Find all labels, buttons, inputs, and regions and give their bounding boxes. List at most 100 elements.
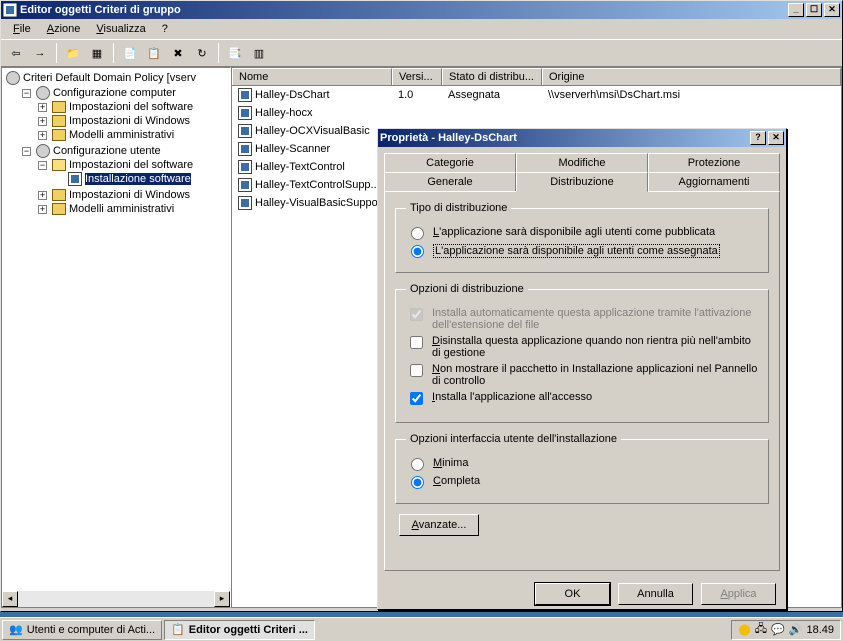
- col-origin[interactable]: Origine: [542, 68, 841, 85]
- radio-published[interactable]: [411, 227, 424, 240]
- forward-button[interactable]: →: [29, 42, 51, 64]
- radio-minimal[interactable]: [411, 458, 424, 471]
- tree-software-install[interactable]: Installazione software: [54, 172, 228, 186]
- tree-scrollbar[interactable]: ◂ ▸: [2, 591, 230, 607]
- menu-help[interactable]: ?: [154, 21, 176, 37]
- taskbar-item-gpeditor[interactable]: 📋 Editor oggetti Criteri ...: [164, 620, 315, 640]
- main-title: Editor oggetti Criteri di gruppo: [20, 4, 181, 16]
- check-autoinstall-label: Installa automaticamente questa applicaz…: [432, 307, 758, 331]
- menu-azione[interactable]: Azione: [39, 21, 89, 37]
- package-icon: [238, 124, 252, 138]
- expand-icon[interactable]: +: [38, 205, 47, 214]
- scroll-right-button[interactable]: ▸: [214, 591, 230, 607]
- view-button[interactable]: ▥: [248, 42, 270, 64]
- tree-item[interactable]: +Modelli amministrativi: [38, 129, 228, 141]
- list-item[interactable]: Halley-hocx: [232, 104, 841, 122]
- cancel-button[interactable]: Annulla: [618, 583, 693, 605]
- up-folder-button[interactable]: 📁: [62, 42, 84, 64]
- folder-icon: [52, 189, 66, 201]
- apply-button: Applica: [701, 583, 776, 605]
- check-hide-row[interactable]: Non mostrare il pacchetto in Installazio…: [406, 363, 758, 387]
- tree-item[interactable]: +Impostazioni del software: [38, 101, 228, 113]
- tree-root[interactable]: Criteri Default Domain Policy [vserv: [6, 71, 228, 85]
- expand-icon[interactable]: +: [38, 131, 47, 140]
- properties-button[interactable]: ▦: [86, 42, 108, 64]
- radio-full-row[interactable]: Completa: [406, 475, 758, 489]
- group-ui-options: Opzioni interfaccia utente dell'installa…: [395, 433, 769, 504]
- help-button[interactable]: ?: [750, 131, 766, 145]
- radio-minimal-row[interactable]: Minima: [406, 457, 758, 471]
- package-icon: [238, 196, 252, 210]
- taskbar: 👥 Utenti e computer di Acti... 📋 Editor …: [0, 617, 843, 641]
- package-icon: [68, 172, 82, 186]
- config-icon: [36, 144, 50, 158]
- copy-button[interactable]: 📄: [119, 42, 141, 64]
- toolbar: ⇦ → 📁 ▦ 📄 📋 ✖ ↻ 📑 ▥: [1, 39, 842, 66]
- collapse-icon[interactable]: −: [22, 147, 31, 156]
- taskbar-item-aduc[interactable]: 👥 Utenti e computer di Acti...: [2, 620, 162, 640]
- collapse-icon[interactable]: −: [38, 161, 47, 170]
- tree-item[interactable]: +Impostazioni di Windows: [38, 115, 228, 127]
- tree-pane[interactable]: Criteri Default Domain Policy [vserv − C…: [1, 67, 231, 608]
- tray-volume-icon[interactable]: 🔊: [789, 623, 803, 636]
- check-uninstall[interactable]: [410, 336, 423, 349]
- check-uninstall-label: Disinstalla questa applicazione quando n…: [432, 335, 758, 359]
- col-name[interactable]: Nome: [232, 68, 392, 85]
- back-button[interactable]: ⇦: [5, 42, 27, 64]
- dialog-close-button[interactable]: ✕: [768, 131, 784, 145]
- col-version[interactable]: Versi...: [392, 68, 442, 85]
- tab-categorie[interactable]: Categorie: [384, 153, 516, 172]
- list-header: Nome Versi... Stato di distribu... Origi…: [232, 68, 841, 86]
- tab-distribuzione[interactable]: Distribuzione: [516, 172, 648, 192]
- check-uninstall-row[interactable]: Disinstalla questa applicazione quando n…: [406, 335, 758, 359]
- menu-visualizza[interactable]: Visualizza: [88, 21, 153, 37]
- advanced-button[interactable]: Avanzate...: [399, 514, 479, 536]
- check-hide[interactable]: [410, 364, 423, 377]
- main-titlebar[interactable]: Editor oggetti Criteri di gruppo _ ☐ ✕: [1, 1, 842, 19]
- dialog-titlebar[interactable]: Proprietà - Halley-DsChart ? ✕: [378, 129, 786, 147]
- legend-dist-opts: Opzioni di distribuzione: [406, 283, 528, 295]
- package-icon: [238, 88, 252, 102]
- system-tray[interactable]: ⬤ 🖧 💬 🔊 18.49: [731, 620, 841, 640]
- expand-icon[interactable]: +: [38, 103, 47, 112]
- tab-aggiornamenti[interactable]: Aggiornamenti: [648, 172, 780, 191]
- paste-button[interactable]: 📋: [143, 42, 165, 64]
- check-logon[interactable]: [410, 392, 423, 405]
- dialog-title: Proprietà - Halley-DsChart: [380, 132, 517, 144]
- config-icon: [36, 86, 50, 100]
- tree-item[interactable]: +Modelli amministrativi: [38, 203, 228, 215]
- radio-full[interactable]: [411, 476, 424, 489]
- maximize-button[interactable]: ☐: [806, 3, 822, 17]
- menu-file[interactable]: FFileile: [5, 21, 39, 37]
- scroll-track[interactable]: [18, 591, 214, 607]
- delete-button[interactable]: ✖: [167, 42, 189, 64]
- check-logon-row[interactable]: Installa l'applicazione all'accesso: [406, 391, 758, 408]
- collapse-icon[interactable]: −: [22, 89, 31, 98]
- radio-assigned-row[interactable]: L'applicazione sarà disponibile agli ute…: [406, 244, 758, 258]
- refresh-button[interactable]: ↻: [191, 42, 213, 64]
- tab-protezione[interactable]: Protezione: [648, 153, 780, 172]
- tree-item[interactable]: − Impostazioni del software: [38, 159, 228, 171]
- close-button[interactable]: ✕: [824, 3, 840, 17]
- clock[interactable]: 18.49: [806, 624, 834, 636]
- radio-assigned[interactable]: [411, 245, 424, 258]
- tray-chat-icon[interactable]: 💬: [771, 623, 785, 636]
- minimize-button[interactable]: _: [788, 3, 804, 17]
- tray-network-icon[interactable]: 🖧: [755, 620, 767, 639]
- radio-published-row[interactable]: L'applicazione sarà disponibile agli ute…: [406, 226, 758, 240]
- scroll-left-button[interactable]: ◂: [2, 591, 18, 607]
- expand-icon[interactable]: +: [38, 191, 47, 200]
- tree-item[interactable]: +Impostazioni di Windows: [38, 189, 228, 201]
- tree-user-config[interactable]: − Configurazione utente: [22, 144, 228, 158]
- tab-generale[interactable]: Generale: [384, 172, 516, 191]
- group-distribution-options: Opzioni di distribuzione Installa automa…: [395, 283, 769, 423]
- radio-assigned-label: L'applicazione sarà disponibile agli ute…: [433, 244, 720, 258]
- tray-shield-icon[interactable]: ⬤: [738, 623, 750, 636]
- tab-modifiche[interactable]: Modifiche: [516, 153, 648, 172]
- list-item[interactable]: Halley-DsChart 1.0 Assegnata \\vserverh\…: [232, 86, 841, 104]
- tree-computer-config[interactable]: − Configurazione computer: [22, 86, 228, 100]
- ok-button[interactable]: OK: [535, 583, 610, 605]
- export-button[interactable]: 📑: [224, 42, 246, 64]
- col-state[interactable]: Stato di distribu...: [442, 68, 542, 85]
- expand-icon[interactable]: +: [38, 117, 47, 126]
